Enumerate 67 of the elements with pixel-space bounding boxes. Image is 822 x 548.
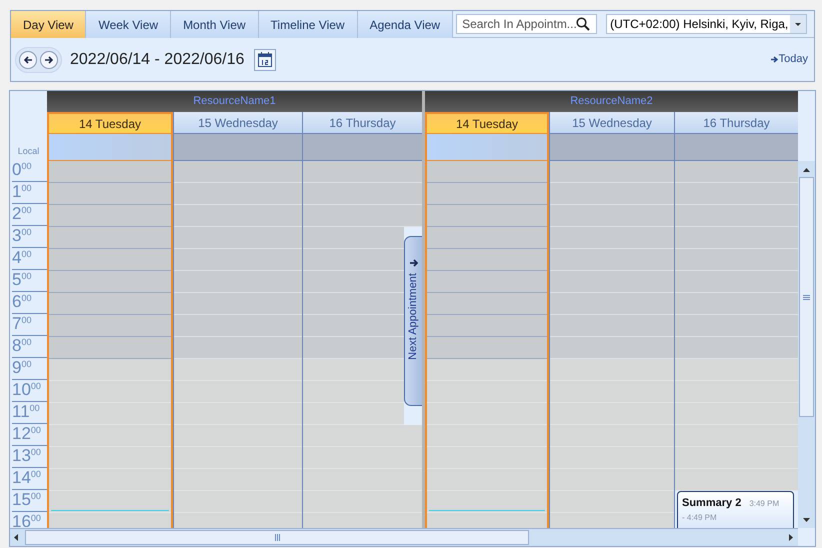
time-slot[interactable] bbox=[427, 249, 547, 271]
day-header[interactable]: 15 Wednesday bbox=[549, 112, 674, 134]
date-range: 2022/06/14 - 2022/06/16 bbox=[70, 50, 244, 70]
timezone-dropdown[interactable]: (UTC+02:00) Helsinki, Kyiv, Riga, bbox=[606, 14, 808, 34]
time-slot[interactable] bbox=[49, 315, 171, 337]
time-slot[interactable] bbox=[427, 227, 547, 249]
time-slot[interactable] bbox=[49, 183, 171, 205]
time-slot[interactable] bbox=[49, 293, 171, 315]
time-slot[interactable] bbox=[49, 337, 171, 359]
appointment-card[interactable]: Summary 2 3:49 PM - 4:49 PM bbox=[677, 491, 794, 528]
time-slot[interactable] bbox=[427, 271, 547, 293]
time-slot[interactable] bbox=[49, 249, 171, 271]
all-day-cell[interactable] bbox=[302, 134, 422, 161]
day-header[interactable]: 16 Thursday bbox=[674, 112, 798, 134]
caret-icon bbox=[795, 22, 802, 26]
day-header[interactable]: 15 Wednesday bbox=[173, 112, 302, 134]
scrollbar-thumb[interactable] bbox=[25, 530, 529, 545]
time-slot[interactable] bbox=[49, 161, 171, 183]
right-arrow-icon bbox=[45, 56, 53, 64]
time-slot[interactable] bbox=[427, 293, 547, 315]
view-tab[interactable]: Month View bbox=[171, 11, 259, 38]
time-slot[interactable] bbox=[49, 271, 171, 293]
appointment-start-time: 3:49 PM bbox=[749, 498, 780, 510]
all-day-cell[interactable] bbox=[47, 134, 173, 161]
view-tab[interactable]: Agenda View bbox=[358, 11, 454, 38]
right-arrow-icon bbox=[789, 534, 793, 541]
up-arrow-icon bbox=[803, 168, 810, 172]
time-slot[interactable] bbox=[427, 315, 547, 337]
time-slot[interactable] bbox=[49, 227, 171, 249]
left-arrow-icon bbox=[24, 56, 32, 64]
scrollbar-thumb[interactable] bbox=[799, 177, 814, 417]
resource-header: ResourceName1 bbox=[47, 91, 422, 112]
time-slot[interactable] bbox=[427, 205, 547, 227]
appointment-title: Summary 2 bbox=[682, 496, 742, 511]
previous-button[interactable] bbox=[19, 50, 37, 68]
next-appointment-tab[interactable]: Next Appointment bbox=[404, 236, 422, 406]
right-arrow-icon bbox=[410, 259, 418, 267]
search-field[interactable]: Search In Appointm... bbox=[456, 14, 598, 34]
all-day-cell[interactable] bbox=[173, 134, 302, 161]
time-slot[interactable] bbox=[427, 183, 547, 205]
vertical-scrollbar[interactable] bbox=[798, 161, 815, 528]
left-arrow-icon bbox=[14, 534, 18, 541]
time-slot[interactable] bbox=[427, 337, 547, 359]
calendar-icon bbox=[258, 52, 272, 67]
grip-icon bbox=[274, 534, 280, 541]
view-tab[interactable]: Timeline View bbox=[258, 11, 358, 38]
next-button[interactable] bbox=[40, 50, 58, 68]
down-arrow-icon bbox=[803, 518, 810, 522]
view-tab[interactable]: Week View bbox=[86, 11, 172, 38]
search-icon bbox=[576, 17, 590, 31]
appointment-end-time: - 4:49 PM bbox=[682, 512, 717, 524]
time-slot[interactable] bbox=[49, 205, 171, 227]
all-day-cell[interactable] bbox=[549, 134, 674, 161]
view-tab[interactable]: Day View bbox=[11, 11, 86, 38]
day-header[interactable]: 16 Thursday bbox=[302, 112, 422, 134]
time-slot[interactable] bbox=[427, 161, 547, 183]
right-arrow-icon bbox=[770, 56, 778, 63]
all-day-cell[interactable] bbox=[674, 134, 798, 161]
grip-icon bbox=[803, 294, 810, 300]
day-header[interactable]: 14 Tuesday bbox=[47, 112, 173, 134]
horizontal-scrollbar[interactable] bbox=[10, 528, 798, 546]
time-zone-label: Local bbox=[18, 144, 40, 158]
all-day-cell[interactable] bbox=[425, 134, 549, 161]
today-link[interactable]: Today bbox=[770, 51, 810, 68]
calendar-button[interactable] bbox=[254, 48, 276, 70]
day-header[interactable]: 14 Tuesday bbox=[425, 112, 549, 134]
resource-header: ResourceName2 bbox=[425, 91, 798, 112]
